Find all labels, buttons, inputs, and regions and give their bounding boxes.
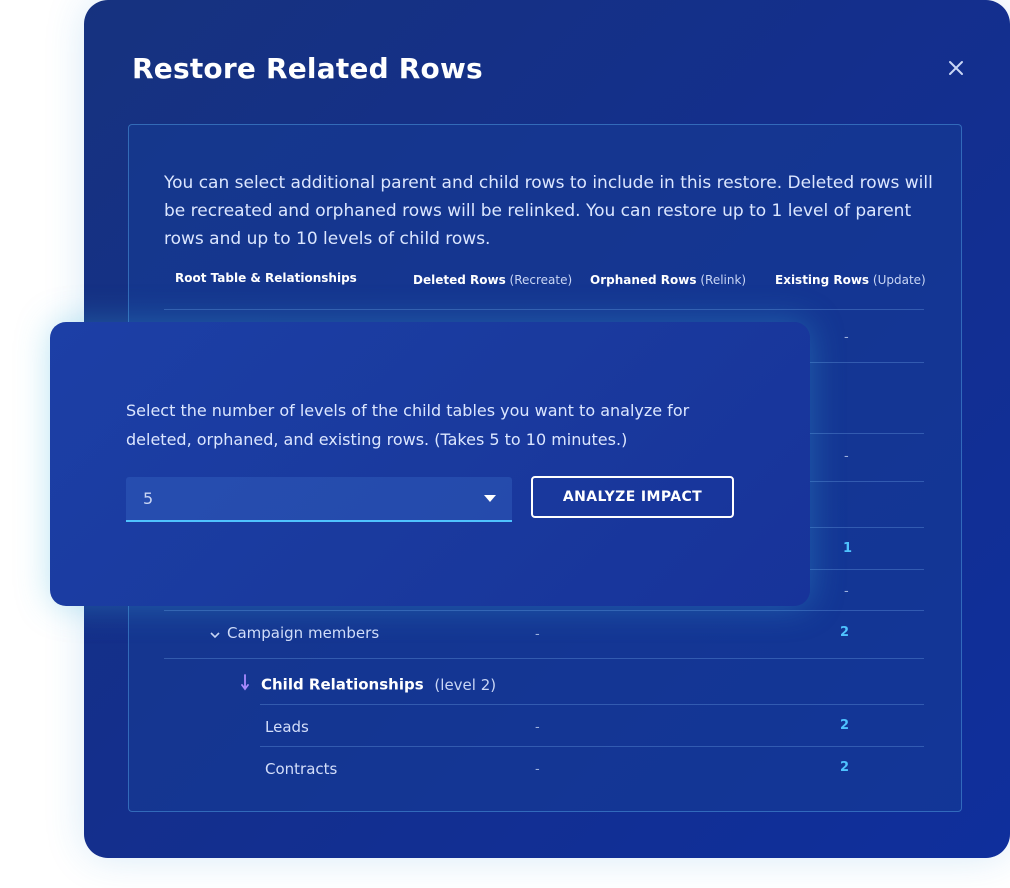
existing-cell: - [844,584,849,599]
deleted-cell: - [535,762,540,777]
analyze-impact-button[interactable]: ANALYZE IMPACT [531,476,734,518]
divider [260,704,924,705]
popover-description: Select the number of levels of the child… [126,401,690,449]
intro-text: You can select additional parent and chi… [164,173,933,249]
child-relationships-header: Child Relationships (level 2) [241,674,496,696]
existing-cell: 2 [840,625,850,640]
deleted-cell: - [535,627,540,642]
header-existing: Existing Rows (Update) [775,273,926,287]
close-button[interactable] [944,56,968,80]
table-row-label: Contracts [265,760,338,778]
divider [260,746,924,747]
existing-cell: - [844,449,849,464]
divider [164,309,924,310]
child-section-level: (level 2) [434,675,497,694]
dialog-title: Restore Related Rows [132,52,483,85]
close-icon [949,61,963,75]
divider [164,658,924,659]
caret-down-icon [484,495,496,502]
chevron-down-icon[interactable] [209,625,221,643]
levels-select[interactable]: 5 [126,477,512,522]
header-orphaned: Orphaned Rows (Relink) [590,273,747,287]
existing-cell: - [844,330,849,345]
row-label: Campaign members [227,624,380,642]
analyze-levels-popover: Select the number of levels of the child… [50,322,810,606]
header-root: Root Table & Relationships [175,271,357,285]
existing-cell: 1 [843,541,853,556]
divider [164,610,924,611]
existing-cell: 2 [840,718,850,733]
child-section-title: Child Relationships [261,675,424,694]
table-row-label: Leads [265,718,309,736]
table-row[interactable]: Campaign members [209,624,379,643]
header-deleted: Deleted Rows (Recreate) [413,273,573,287]
deleted-cell: - [535,720,540,735]
existing-cell: 2 [840,760,850,775]
levels-select-value: 5 [143,489,154,508]
arrow-down-icon [241,674,255,696]
